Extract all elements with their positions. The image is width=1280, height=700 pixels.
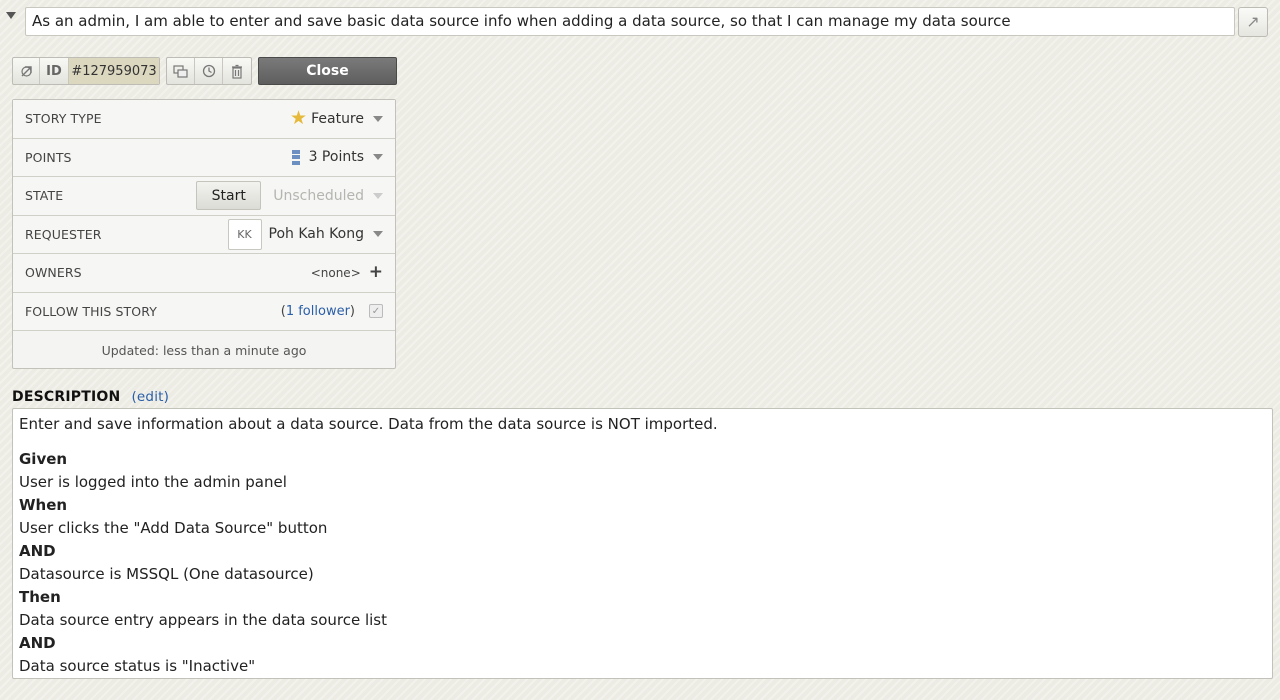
follower-link[interactable]: 1 follower — [286, 304, 350, 319]
add-owner-icon[interactable]: + — [369, 264, 383, 281]
points-row: POINTS 3 Points — [13, 138, 395, 177]
story-type-value: Feature — [311, 110, 364, 127]
maximize-button[interactable]: ↗ — [1238, 7, 1268, 37]
points-icon — [291, 149, 300, 165]
points-value: 3 Points — [308, 149, 364, 166]
story-title-input[interactable]: As an admin, I am able to enter and save… — [25, 7, 1235, 36]
start-button[interactable]: Start — [196, 181, 262, 211]
state-value[interactable]: Unscheduled — [273, 188, 364, 204]
follow-paren-close: ) — [349, 303, 355, 319]
clone-icon[interactable] — [167, 58, 195, 84]
state-label: STATE — [25, 188, 64, 204]
requester-row: REQUESTER KK Poh Kah Kong — [13, 215, 395, 254]
story-type-row: STORY TYPE ★ Feature — [13, 100, 395, 139]
requester-label: REQUESTER — [25, 226, 102, 242]
edit-description-link[interactable]: (edit) — [131, 389, 169, 405]
id-group: ID #127959073 — [12, 57, 160, 85]
points-dropdown[interactable]: 3 Points — [291, 149, 383, 166]
owners-label: OWNERS — [25, 265, 82, 281]
owners-value: <none> — [310, 265, 361, 280]
follow-row: FOLLOW THIS STORY (1 follower) ✓ — [13, 292, 395, 331]
state-row: STATE Start Unscheduled — [13, 177, 395, 216]
description-line: User is logged into the admin panel — [19, 473, 287, 491]
description-line: Data source entry appears in the data so… — [19, 611, 387, 629]
story-info-panel: STORY TYPE ★ Feature POINTS 3 Points STA… — [12, 99, 396, 369]
description-header: DESCRIPTION (edit) — [12, 389, 169, 405]
follow-checkbox[interactable]: ✓ — [369, 304, 383, 319]
owners-row: OWNERS <none> + — [13, 254, 395, 293]
chevron-down-icon — [373, 154, 383, 161]
follower-count: (1 follower) — [281, 304, 355, 319]
link-icon[interactable] — [13, 58, 40, 84]
expand-arrow-icon: ↗ — [1246, 12, 1260, 31]
avatar: KK — [227, 218, 262, 250]
requester-dropdown[interactable]: KK Poh Kah Kong — [227, 218, 383, 250]
action-group — [166, 57, 252, 85]
story-type-label: STORY TYPE — [25, 111, 102, 127]
description-line: User clicks the "Add Data Source" button — [19, 519, 328, 537]
description-keyword: AND — [19, 634, 56, 652]
requester-value: Poh Kah Kong — [268, 226, 364, 243]
star-icon: ★ — [290, 107, 308, 130]
history-icon[interactable] — [195, 58, 223, 84]
story-type-dropdown[interactable]: ★ Feature — [290, 109, 383, 128]
id-label: ID — [40, 58, 69, 84]
description-lines: Given User is logged into the admin panel… — [19, 448, 1266, 678]
description-keyword: AND — [19, 542, 56, 560]
description-keyword: Then — [19, 588, 61, 606]
trash-icon[interactable] — [223, 58, 251, 84]
collapse-arrow-icon[interactable] — [6, 12, 16, 19]
points-label: POINTS — [25, 149, 72, 165]
description-keyword: Given — [19, 450, 68, 468]
description-intro: Enter and save information about a data … — [19, 415, 718, 433]
chevron-down-icon — [373, 115, 383, 122]
story-id[interactable]: #127959073 — [69, 58, 159, 84]
description-line: Data source status is "Inactive" — [19, 657, 256, 675]
description-keyword: When — [19, 496, 68, 514]
chevron-down-icon — [373, 231, 383, 238]
updated-timestamp: Updated: less than a minute ago — [101, 342, 307, 358]
close-button[interactable]: Close — [258, 57, 397, 85]
description-body[interactable]: Enter and save information about a data … — [12, 408, 1273, 679]
chevron-down-icon — [373, 192, 383, 199]
follow-label: FOLLOW THIS STORY — [25, 303, 157, 319]
description-line: Datasource is MSSQL (One datasource) — [19, 565, 314, 583]
description-title: DESCRIPTION — [12, 389, 121, 405]
